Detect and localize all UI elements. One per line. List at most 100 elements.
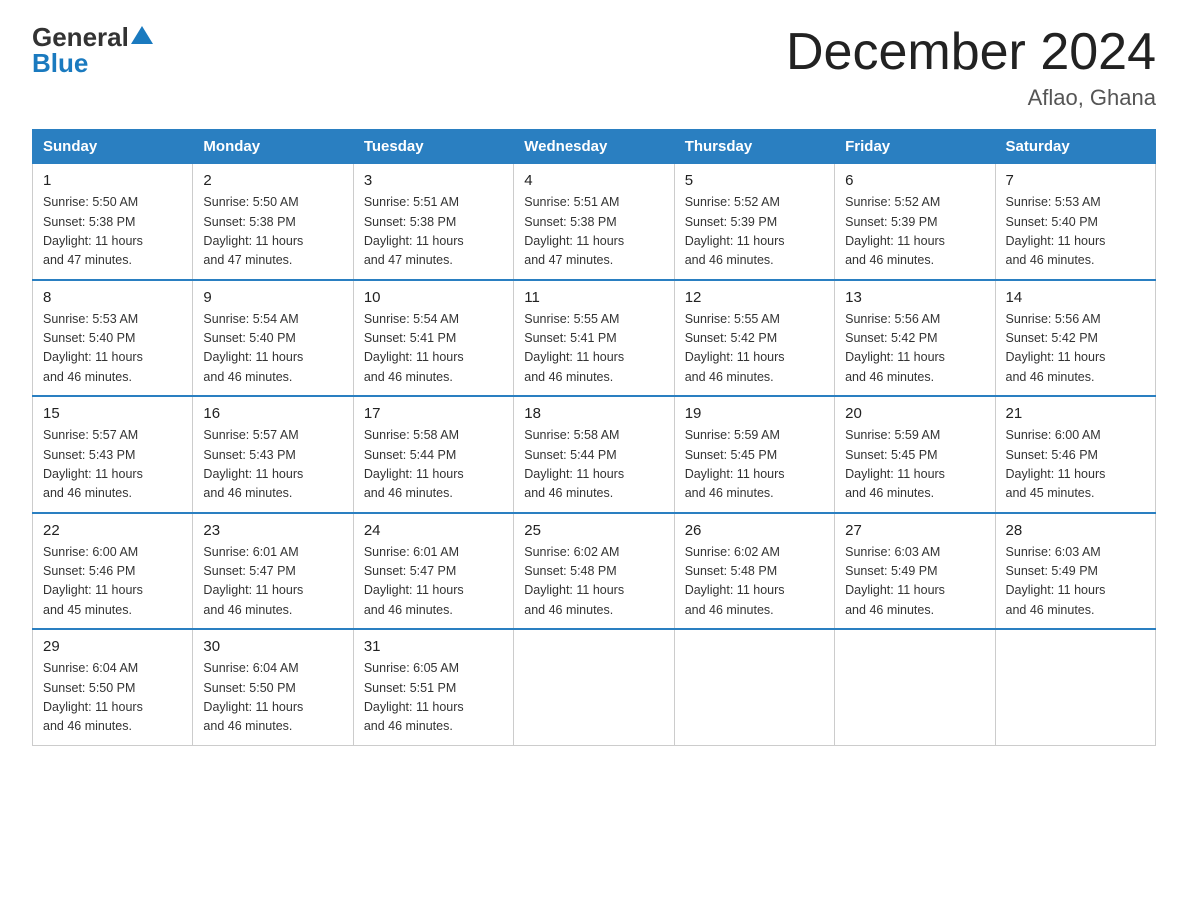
table-row: 17 Sunrise: 5:58 AM Sunset: 5:44 PM Dayl… <box>353 396 513 513</box>
calendar-row: 15 Sunrise: 5:57 AM Sunset: 5:43 PM Dayl… <box>33 396 1156 513</box>
location: Aflao, Ghana <box>786 85 1156 111</box>
logo-icon <box>131 24 153 46</box>
day-info: Sunrise: 6:02 AM Sunset: 5:48 PM Dayligh… <box>685 543 824 621</box>
day-number: 5 <box>685 172 824 189</box>
day-number: 9 <box>203 289 342 306</box>
day-number: 13 <box>845 289 984 306</box>
table-row: 21 Sunrise: 6:00 AM Sunset: 5:46 PM Dayl… <box>995 396 1155 513</box>
day-number: 29 <box>43 638 182 655</box>
day-info: Sunrise: 5:51 AM Sunset: 5:38 PM Dayligh… <box>364 193 503 271</box>
table-row <box>674 629 834 745</box>
day-info: Sunrise: 6:03 AM Sunset: 5:49 PM Dayligh… <box>1006 543 1145 621</box>
table-row: 2 Sunrise: 5:50 AM Sunset: 5:38 PM Dayli… <box>193 164 353 280</box>
day-info: Sunrise: 5:50 AM Sunset: 5:38 PM Dayligh… <box>203 193 342 271</box>
table-row: 18 Sunrise: 5:58 AM Sunset: 5:44 PM Dayl… <box>514 396 674 513</box>
day-info: Sunrise: 5:52 AM Sunset: 5:39 PM Dayligh… <box>845 193 984 271</box>
table-row: 9 Sunrise: 5:54 AM Sunset: 5:40 PM Dayli… <box>193 280 353 397</box>
day-info: Sunrise: 6:00 AM Sunset: 5:46 PM Dayligh… <box>43 543 182 621</box>
day-number: 10 <box>364 289 503 306</box>
day-number: 23 <box>203 522 342 539</box>
day-number: 20 <box>845 405 984 422</box>
table-row: 20 Sunrise: 5:59 AM Sunset: 5:45 PM Dayl… <box>835 396 995 513</box>
day-number: 7 <box>1006 172 1145 189</box>
col-sunday: Sunday <box>33 130 193 164</box>
day-number: 8 <box>43 289 182 306</box>
calendar-row: 8 Sunrise: 5:53 AM Sunset: 5:40 PM Dayli… <box>33 280 1156 397</box>
calendar-row: 22 Sunrise: 6:00 AM Sunset: 5:46 PM Dayl… <box>33 513 1156 630</box>
day-number: 24 <box>364 522 503 539</box>
table-row: 27 Sunrise: 6:03 AM Sunset: 5:49 PM Dayl… <box>835 513 995 630</box>
table-row: 15 Sunrise: 5:57 AM Sunset: 5:43 PM Dayl… <box>33 396 193 513</box>
day-number: 16 <box>203 405 342 422</box>
logo-blue: Blue <box>32 50 88 76</box>
table-row: 26 Sunrise: 6:02 AM Sunset: 5:48 PM Dayl… <box>674 513 834 630</box>
month-title: December 2024 <box>786 24 1156 81</box>
day-info: Sunrise: 6:04 AM Sunset: 5:50 PM Dayligh… <box>43 659 182 737</box>
table-row <box>835 629 995 745</box>
day-info: Sunrise: 5:56 AM Sunset: 5:42 PM Dayligh… <box>845 310 984 388</box>
col-monday: Monday <box>193 130 353 164</box>
table-row: 7 Sunrise: 5:53 AM Sunset: 5:40 PM Dayli… <box>995 164 1155 280</box>
day-info: Sunrise: 5:57 AM Sunset: 5:43 PM Dayligh… <box>203 426 342 504</box>
table-row: 11 Sunrise: 5:55 AM Sunset: 5:41 PM Dayl… <box>514 280 674 397</box>
table-row: 4 Sunrise: 5:51 AM Sunset: 5:38 PM Dayli… <box>514 164 674 280</box>
day-number: 27 <box>845 522 984 539</box>
col-tuesday: Tuesday <box>353 130 513 164</box>
table-row: 22 Sunrise: 6:00 AM Sunset: 5:46 PM Dayl… <box>33 513 193 630</box>
title-block: December 2024 Aflao, Ghana <box>786 24 1156 111</box>
day-info: Sunrise: 6:05 AM Sunset: 5:51 PM Dayligh… <box>364 659 503 737</box>
day-number: 14 <box>1006 289 1145 306</box>
day-info: Sunrise: 6:00 AM Sunset: 5:46 PM Dayligh… <box>1006 426 1145 504</box>
day-number: 18 <box>524 405 663 422</box>
day-number: 6 <box>845 172 984 189</box>
day-number: 2 <box>203 172 342 189</box>
col-saturday: Saturday <box>995 130 1155 164</box>
table-row: 14 Sunrise: 5:56 AM Sunset: 5:42 PM Dayl… <box>995 280 1155 397</box>
table-row: 31 Sunrise: 6:05 AM Sunset: 5:51 PM Dayl… <box>353 629 513 745</box>
table-row: 6 Sunrise: 5:52 AM Sunset: 5:39 PM Dayli… <box>835 164 995 280</box>
day-info: Sunrise: 5:55 AM Sunset: 5:41 PM Dayligh… <box>524 310 663 388</box>
table-row: 25 Sunrise: 6:02 AM Sunset: 5:48 PM Dayl… <box>514 513 674 630</box>
page-header: General Blue December 2024 Aflao, Ghana <box>32 24 1156 111</box>
day-info: Sunrise: 5:58 AM Sunset: 5:44 PM Dayligh… <box>524 426 663 504</box>
col-wednesday: Wednesday <box>514 130 674 164</box>
table-row: 10 Sunrise: 5:54 AM Sunset: 5:41 PM Dayl… <box>353 280 513 397</box>
table-row: 29 Sunrise: 6:04 AM Sunset: 5:50 PM Dayl… <box>33 629 193 745</box>
day-info: Sunrise: 5:59 AM Sunset: 5:45 PM Dayligh… <box>845 426 984 504</box>
day-info: Sunrise: 6:02 AM Sunset: 5:48 PM Dayligh… <box>524 543 663 621</box>
day-info: Sunrise: 6:01 AM Sunset: 5:47 PM Dayligh… <box>203 543 342 621</box>
day-info: Sunrise: 5:51 AM Sunset: 5:38 PM Dayligh… <box>524 193 663 271</box>
day-info: Sunrise: 5:56 AM Sunset: 5:42 PM Dayligh… <box>1006 310 1145 388</box>
day-info: Sunrise: 5:58 AM Sunset: 5:44 PM Dayligh… <box>364 426 503 504</box>
day-number: 25 <box>524 522 663 539</box>
day-number: 21 <box>1006 405 1145 422</box>
table-row: 5 Sunrise: 5:52 AM Sunset: 5:39 PM Dayli… <box>674 164 834 280</box>
day-info: Sunrise: 5:52 AM Sunset: 5:39 PM Dayligh… <box>685 193 824 271</box>
day-number: 30 <box>203 638 342 655</box>
table-row: 28 Sunrise: 6:03 AM Sunset: 5:49 PM Dayl… <box>995 513 1155 630</box>
day-info: Sunrise: 5:50 AM Sunset: 5:38 PM Dayligh… <box>43 193 182 271</box>
day-info: Sunrise: 6:03 AM Sunset: 5:49 PM Dayligh… <box>845 543 984 621</box>
table-row: 16 Sunrise: 5:57 AM Sunset: 5:43 PM Dayl… <box>193 396 353 513</box>
table-row: 19 Sunrise: 5:59 AM Sunset: 5:45 PM Dayl… <box>674 396 834 513</box>
calendar-header-row: Sunday Monday Tuesday Wednesday Thursday… <box>33 130 1156 164</box>
table-row: 12 Sunrise: 5:55 AM Sunset: 5:42 PM Dayl… <box>674 280 834 397</box>
table-row: 1 Sunrise: 5:50 AM Sunset: 5:38 PM Dayli… <box>33 164 193 280</box>
day-number: 1 <box>43 172 182 189</box>
day-info: Sunrise: 5:54 AM Sunset: 5:40 PM Dayligh… <box>203 310 342 388</box>
day-number: 22 <box>43 522 182 539</box>
day-number: 26 <box>685 522 824 539</box>
day-info: Sunrise: 5:54 AM Sunset: 5:41 PM Dayligh… <box>364 310 503 388</box>
day-number: 11 <box>524 289 663 306</box>
day-number: 4 <box>524 172 663 189</box>
day-info: Sunrise: 5:55 AM Sunset: 5:42 PM Dayligh… <box>685 310 824 388</box>
day-number: 15 <box>43 405 182 422</box>
col-friday: Friday <box>835 130 995 164</box>
table-row: 24 Sunrise: 6:01 AM Sunset: 5:47 PM Dayl… <box>353 513 513 630</box>
day-number: 17 <box>364 405 503 422</box>
day-number: 19 <box>685 405 824 422</box>
table-row: 23 Sunrise: 6:01 AM Sunset: 5:47 PM Dayl… <box>193 513 353 630</box>
day-info: Sunrise: 5:53 AM Sunset: 5:40 PM Dayligh… <box>43 310 182 388</box>
day-number: 3 <box>364 172 503 189</box>
calendar-row: 1 Sunrise: 5:50 AM Sunset: 5:38 PM Dayli… <box>33 164 1156 280</box>
